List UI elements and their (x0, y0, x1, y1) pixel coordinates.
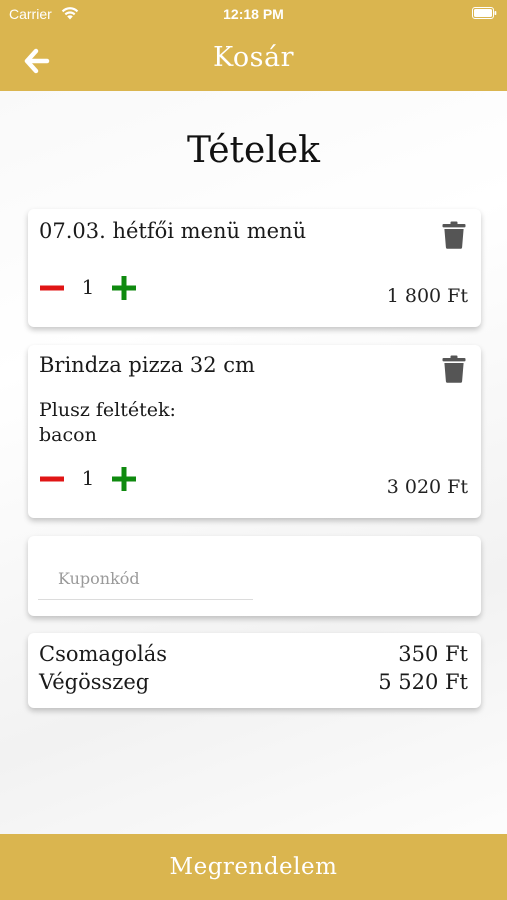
header: Carrier 12:18 PM Kosár (0, 0, 507, 91)
item-name: Brindza pizza 32 cm (39, 353, 255, 377)
nav-bar: Kosár (0, 28, 507, 91)
status-bar: Carrier 12:18 PM (0, 0, 507, 28)
page-title: Tételek (187, 130, 320, 171)
total-label: Végösszeg (39, 670, 150, 694)
quantity-value: 1 (81, 275, 95, 299)
packaging-value: 350 Ft (398, 642, 468, 666)
status-time: 12:18 PM (223, 6, 284, 22)
plus-icon[interactable] (110, 274, 138, 302)
order-button[interactable]: Megrendelem (0, 834, 507, 900)
minus-icon[interactable] (39, 275, 65, 301)
cart-item: Brindza pizza 32 cm Plusz feltétek: baco… (28, 345, 481, 518)
screen-title: Kosár (212, 42, 295, 73)
trash-icon[interactable] (442, 221, 466, 249)
quantity-value: 1 (81, 466, 95, 490)
trash-icon[interactable] (442, 355, 466, 383)
cart-item: 07.03. hétfői menü menü 1 1 800 Ft (28, 209, 481, 327)
item-price: 1 800 Ft (386, 285, 468, 307)
item-name: 07.03. hétfői menü menü (39, 219, 307, 243)
total-value: 5 520 Ft (378, 670, 468, 694)
battery-icon (472, 7, 497, 19)
extras-value: bacon (39, 424, 97, 446)
plus-icon[interactable] (110, 465, 138, 493)
minus-icon[interactable] (39, 466, 65, 492)
coupon-input[interactable] (38, 558, 253, 600)
extras-label: Plusz feltétek: (39, 399, 176, 421)
coupon-card (28, 536, 481, 616)
packaging-label: Csomagolás (39, 642, 168, 666)
summary-card: Csomagolás 350 Ft Végösszeg 5 520 Ft (28, 633, 481, 708)
item-price: 3 020 Ft (386, 476, 468, 498)
